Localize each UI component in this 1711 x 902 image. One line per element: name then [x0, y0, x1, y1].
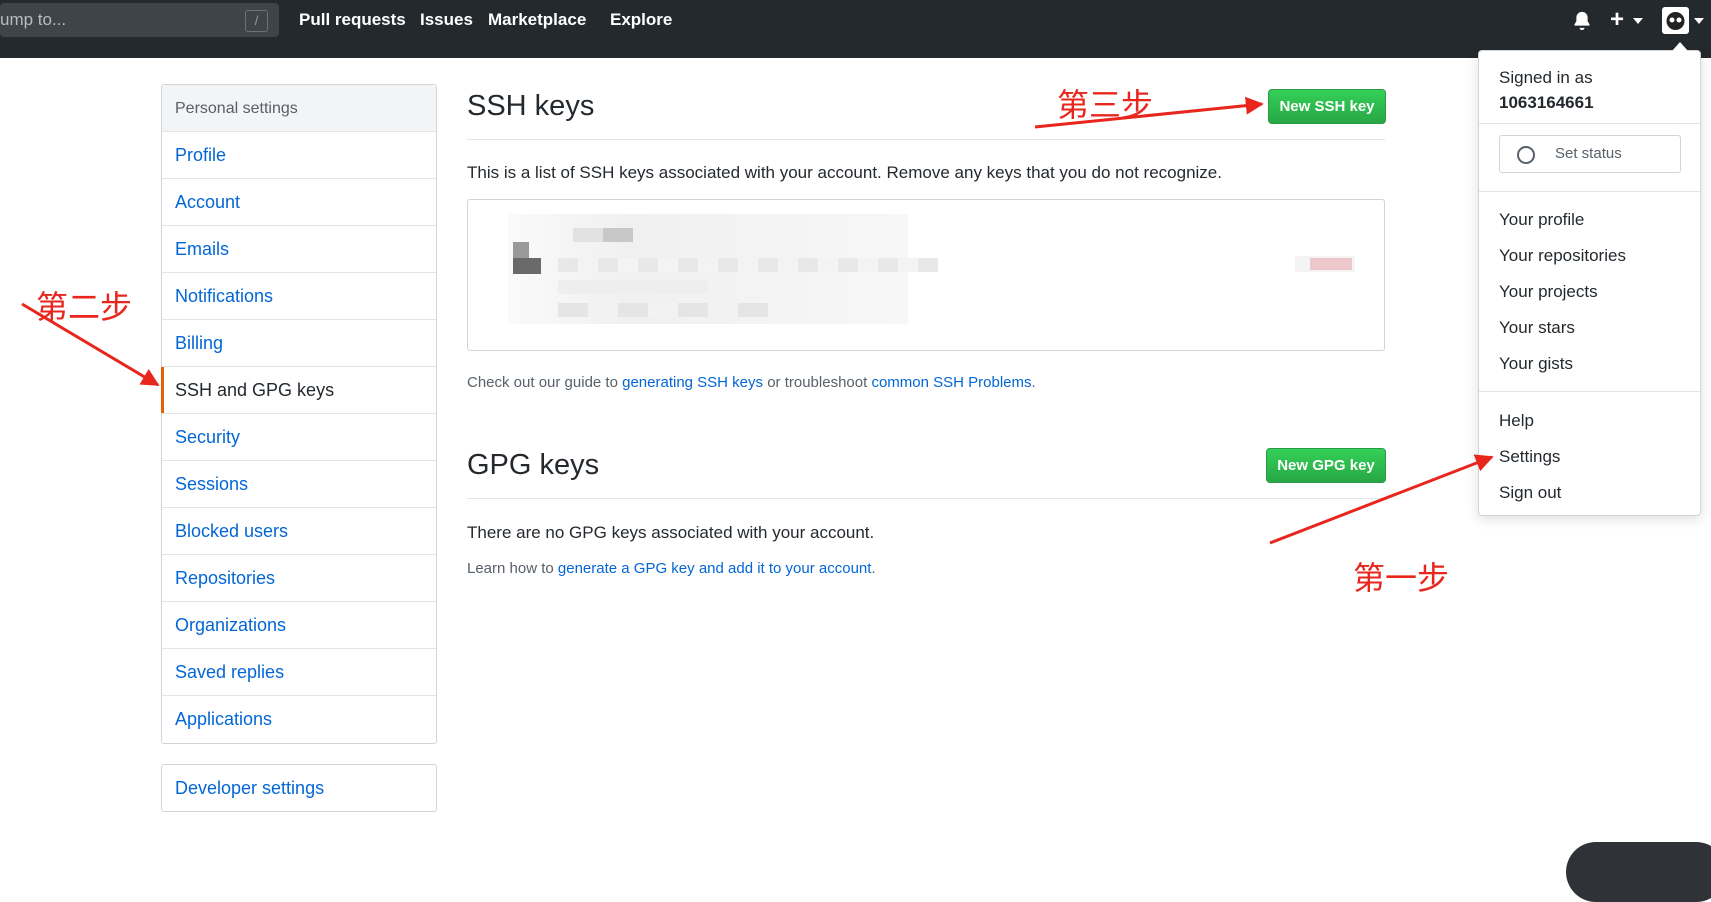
sidebar-item-account[interactable]: Account — [162, 179, 436, 226]
gpg-learn-suffix: . — [871, 560, 876, 577]
sidebar-item-emails[interactable]: Emails — [162, 226, 436, 273]
blur-block — [558, 303, 768, 317]
smiley-icon — [1517, 146, 1535, 164]
nav-explore[interactable]: Explore — [610, 0, 672, 40]
blur-block — [603, 228, 633, 242]
dropdown-divider — [1479, 123, 1700, 124]
search-placeholder: ump to... — [0, 10, 67, 29]
gpg-divider — [467, 498, 1385, 499]
blur-block — [558, 280, 708, 294]
menu-sign-out[interactable]: Sign out — [1499, 483, 1561, 503]
menu-your-stars[interactable]: Your stars — [1499, 318, 1575, 338]
signed-in-as: Signed in as 1063164661 — [1499, 65, 1594, 115]
nav-issues[interactable]: Issues — [420, 0, 473, 40]
ssh-guide-middle: or troubleshoot — [763, 374, 872, 391]
plus-icon[interactable]: + — [1610, 6, 1624, 34]
avatar[interactable] — [1662, 7, 1689, 34]
user-dropdown-menu: Signed in as 1063164661 Set status Your … — [1478, 42, 1701, 516]
annotation-step-three: 第三步 — [1057, 86, 1154, 124]
blur-block — [573, 228, 603, 242]
menu-your-projects[interactable]: Your projects — [1499, 282, 1598, 302]
header-bar: ump to... / Pull requests Issues Marketp… — [0, 0, 1711, 58]
sidebar-item-profile[interactable]: Profile — [162, 132, 436, 179]
set-status-button[interactable]: Set status — [1499, 135, 1681, 173]
ssh-guide-suffix: . — [1031, 374, 1036, 391]
floating-widget[interactable] — [1566, 842, 1711, 902]
dropdown-divider — [1479, 191, 1700, 192]
username: 1063164661 — [1499, 93, 1594, 112]
sidebar-item-security[interactable]: Security — [162, 414, 436, 461]
ssh-description: This is a list of SSH keys associated wi… — [467, 163, 1222, 182]
gpg-empty-message: There are no GPG keys associated with yo… — [467, 523, 875, 542]
menu-your-repositories[interactable]: Your repositories — [1499, 246, 1626, 266]
menu-your-profile[interactable]: Your profile — [1499, 210, 1584, 230]
nav-marketplace[interactable]: Marketplace — [488, 0, 586, 40]
blur-block — [558, 258, 938, 272]
menu-help[interactable]: Help — [1499, 411, 1534, 431]
gpg-learn-text: Learn how to generate a GPG key and add … — [467, 560, 876, 577]
sidebar-item-sessions[interactable]: Sessions — [162, 461, 436, 508]
chevron-down-icon — [1633, 18, 1643, 24]
dropdown-divider — [1479, 391, 1700, 392]
new-ssh-key-button[interactable]: New SSH key — [1268, 89, 1386, 124]
sidebar-header: Personal settings — [162, 85, 436, 132]
sidebar-item-developer-settings[interactable]: Developer settings — [161, 764, 437, 812]
set-status-label: Set status — [1555, 145, 1622, 162]
avatar-caret-icon — [1694, 18, 1704, 24]
ssh-divider — [467, 139, 1385, 140]
ssh-keys-title: SSH keys — [467, 90, 595, 122]
blurred-delete-button — [1310, 258, 1352, 270]
menu-your-gists[interactable]: Your gists — [1499, 354, 1573, 374]
sidebar-item-repositories[interactable]: Repositories — [162, 555, 436, 602]
sidebar-item-applications[interactable]: Applications — [162, 696, 436, 743]
generate-gpg-key-link[interactable]: generate a GPG key and add it to your ac… — [558, 560, 872, 577]
sidebar-item-organizations[interactable]: Organizations — [162, 602, 436, 649]
blur-block — [513, 242, 529, 258]
dropdown-pointer — [1672, 42, 1688, 51]
slash-shortcut-badge: / — [245, 10, 268, 32]
gpg-keys-title: GPG keys — [467, 449, 600, 481]
generating-ssh-keys-link[interactable]: generating SSH keys — [622, 374, 763, 391]
sidebar-item-notifications[interactable]: Notifications — [162, 273, 436, 320]
avatar-image — [1666, 12, 1685, 30]
menu-settings[interactable]: Settings — [1499, 447, 1560, 467]
sidebar-item-blocked-users[interactable]: Blocked users — [162, 508, 436, 555]
settings-sidebar: Personal settings Profile Account Emails… — [161, 84, 437, 744]
new-gpg-key-button[interactable]: New GPG key — [1266, 448, 1386, 483]
ssh-key-list-blurred — [467, 199, 1385, 351]
sidebar-item-billing[interactable]: Billing — [162, 320, 436, 367]
gpg-learn-prefix: Learn how to — [467, 560, 558, 577]
ssh-guide-text: Check out our guide to generating SSH ke… — [467, 374, 1036, 391]
bell-icon[interactable] — [1572, 10, 1592, 30]
sidebar-item-saved-replies[interactable]: Saved replies — [162, 649, 436, 696]
sidebar-item-ssh-gpg-keys[interactable]: SSH and GPG keys — [161, 367, 436, 414]
annotation-step-one: 第一步 — [1353, 559, 1450, 597]
search-input[interactable]: ump to... / — [0, 3, 279, 37]
nav-pull-requests[interactable]: Pull requests — [299, 0, 406, 40]
common-ssh-problems-link[interactable]: common SSH Problems — [871, 374, 1031, 391]
ssh-guide-prefix: Check out our guide to — [467, 374, 623, 391]
annotation-step-two: 第二步 — [36, 288, 133, 326]
signed-in-label: Signed in as — [1499, 68, 1593, 87]
blur-block — [513, 258, 541, 274]
